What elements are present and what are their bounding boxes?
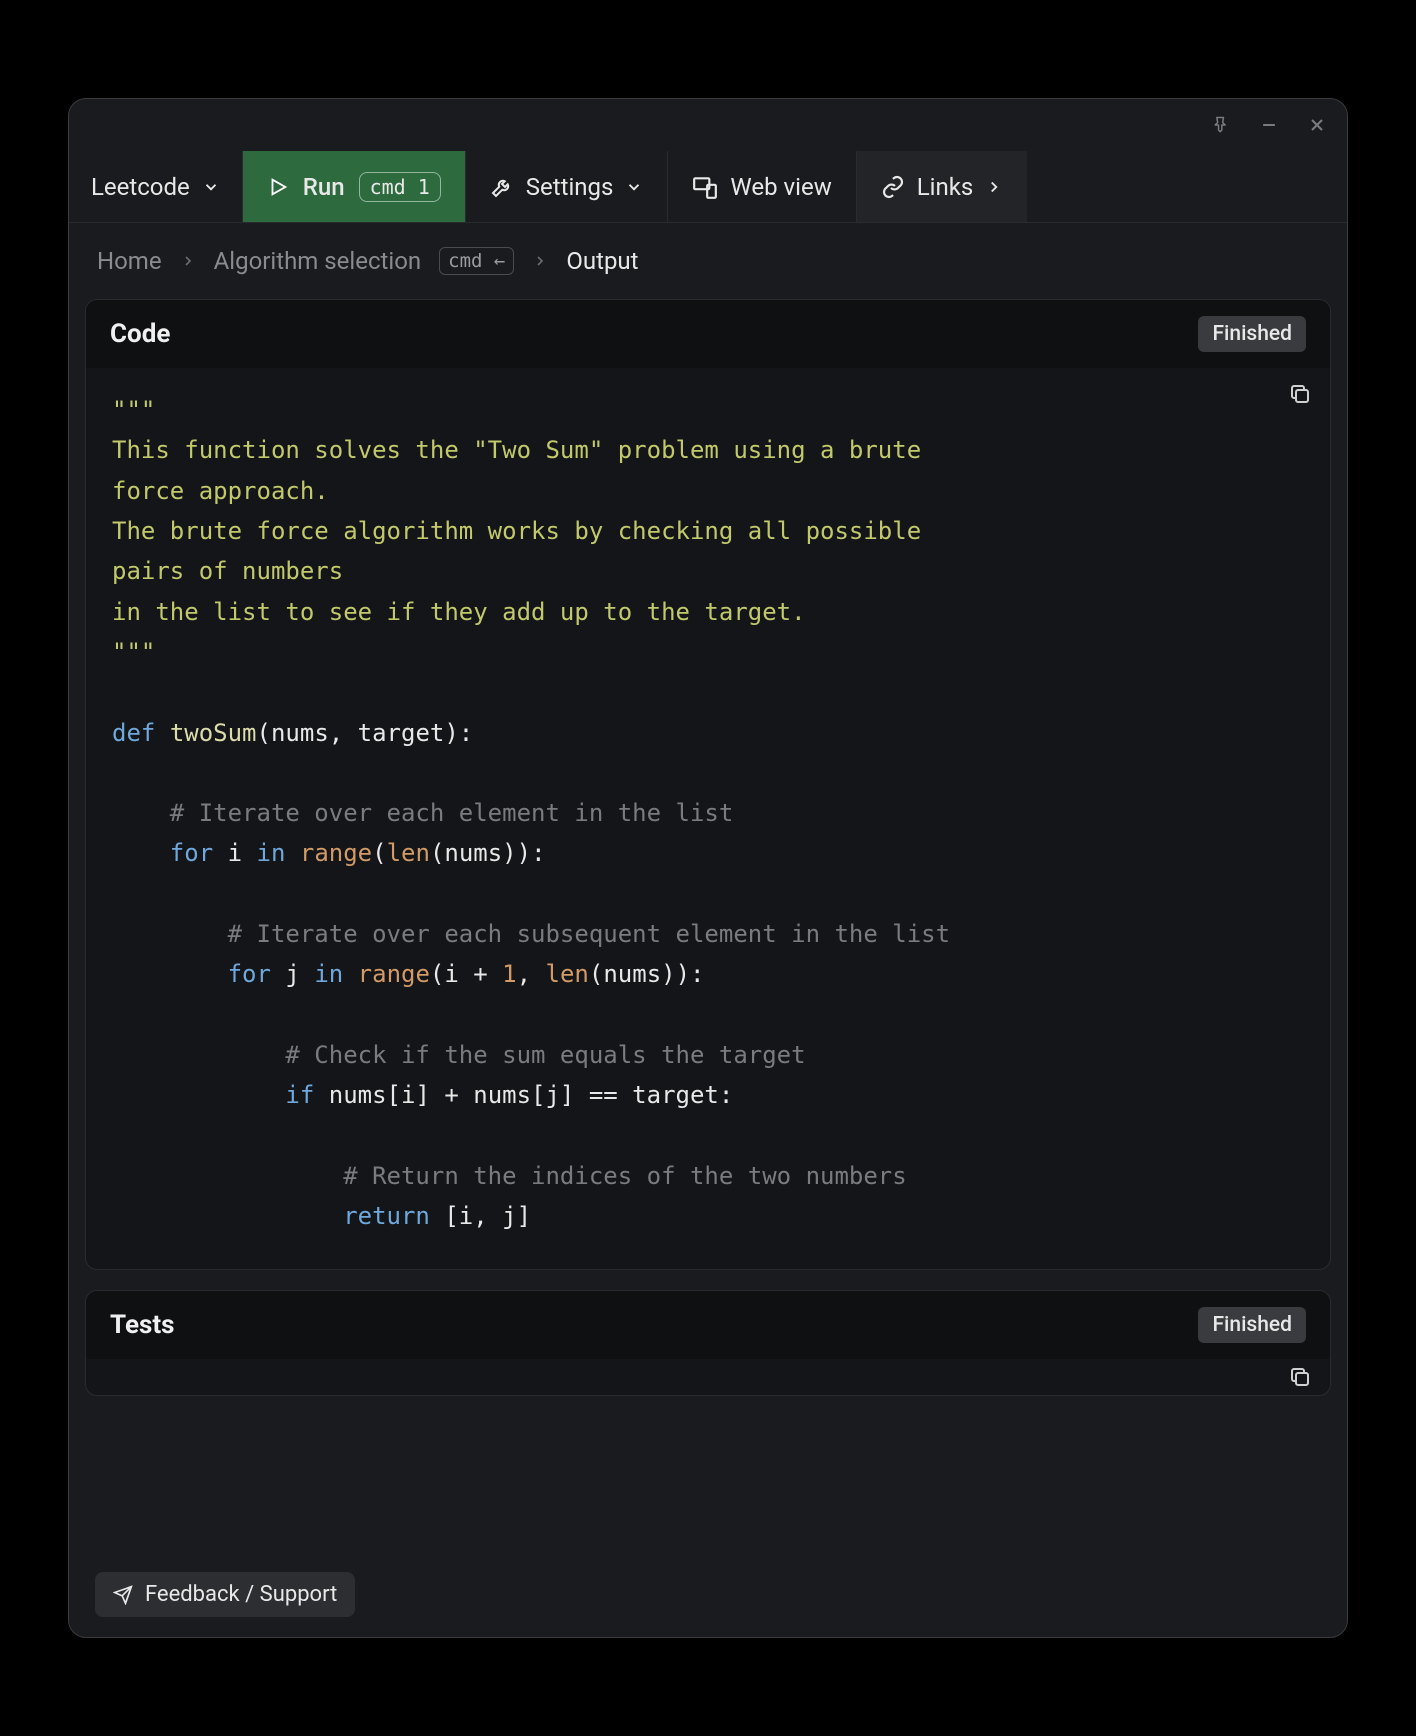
code-text: in xyxy=(314,960,343,988)
code-text: # Iterate over each element in the list xyxy=(170,799,734,827)
code-text: range xyxy=(300,839,372,867)
minimize-icon[interactable] xyxy=(1259,115,1279,135)
code-text: in xyxy=(257,839,286,867)
copy-icon[interactable] xyxy=(1288,382,1312,406)
code-text: (nums)): xyxy=(589,960,705,988)
code-text: """ xyxy=(112,396,155,424)
settings-button[interactable]: Settings xyxy=(466,151,669,222)
webview-button[interactable]: Web view xyxy=(668,151,856,222)
chevron-right-icon xyxy=(985,178,1003,196)
breadcrumb-home[interactable]: Home xyxy=(97,247,162,275)
tests-status-badge: Finished xyxy=(1198,1307,1306,1343)
breadcrumb: Home Algorithm selection cmd ← Output xyxy=(69,223,1347,299)
content: Code Finished """ This function solves t… xyxy=(69,299,1347,1558)
code-text: range xyxy=(358,960,430,988)
code-text: # Return the indices of the two numbers xyxy=(343,1162,907,1190)
code-text: ( xyxy=(372,839,386,867)
close-icon[interactable] xyxy=(1307,115,1327,135)
code-text: This function solves the "Two Sum" probl… xyxy=(112,436,936,464)
code-text: for xyxy=(170,839,213,867)
code-text: (nums)): xyxy=(430,839,546,867)
links-button[interactable]: Links xyxy=(857,151,1028,222)
code-text: j xyxy=(271,960,314,988)
pin-icon[interactable] xyxy=(1211,115,1231,135)
code-text: , xyxy=(517,960,546,988)
code-text: twoSum xyxy=(170,719,257,747)
send-icon xyxy=(113,1585,133,1605)
titlebar xyxy=(69,99,1347,151)
code-text: [i, j] xyxy=(430,1202,531,1230)
code-text: # Check if the sum equals the target xyxy=(285,1041,805,1069)
copy-icon[interactable] xyxy=(1288,1365,1312,1389)
code-text: The brute force algorithm works by check… xyxy=(112,517,936,545)
code-text: 1 xyxy=(502,960,516,988)
app-window: Leetcode Run cmd 1 Settings Web view Lin… xyxy=(68,98,1348,1638)
code-text: return xyxy=(343,1202,430,1230)
code-text: (nums, target): xyxy=(257,719,474,747)
footer: Feedback / Support xyxy=(69,1558,1347,1637)
breadcrumb-algo[interactable]: Algorithm selection xyxy=(214,247,422,275)
tests-panel: Tests Finished xyxy=(85,1290,1331,1396)
chevron-right-icon xyxy=(532,253,548,269)
breadcrumb-output: Output xyxy=(566,247,638,275)
tests-panel-header: Tests Finished xyxy=(86,1291,1330,1359)
leetcode-dropdown[interactable]: Leetcode xyxy=(69,151,243,222)
webview-label: Web view xyxy=(730,173,831,201)
code-text: # Iterate over each subsequent element i… xyxy=(228,920,950,948)
settings-label: Settings xyxy=(526,173,614,201)
chevron-down-icon xyxy=(202,178,220,196)
chevron-right-icon xyxy=(180,253,196,269)
devices-icon xyxy=(692,174,718,200)
toolbar: Leetcode Run cmd 1 Settings Web view Lin… xyxy=(69,151,1347,223)
code-text: def xyxy=(112,719,155,747)
feedback-button[interactable]: Feedback / Support xyxy=(95,1572,355,1617)
feedback-label: Feedback / Support xyxy=(145,1582,337,1607)
chevron-down-icon xyxy=(625,178,643,196)
code-panel-header: Code Finished xyxy=(86,300,1330,368)
run-shortcut: cmd 1 xyxy=(359,172,441,202)
code-status-badge: Finished xyxy=(1198,316,1306,352)
run-label: Run xyxy=(303,173,345,201)
code-text: if xyxy=(285,1081,314,1109)
tests-panel-title: Tests xyxy=(110,1310,175,1340)
play-icon xyxy=(267,176,289,198)
code-panel: Code Finished """ This function solves t… xyxy=(85,299,1331,1270)
code-text: (i + xyxy=(430,960,502,988)
code-panel-title: Code xyxy=(110,319,170,349)
code-text: len xyxy=(387,839,430,867)
algo-shortcut: cmd ← xyxy=(439,247,514,275)
code-text: len xyxy=(546,960,589,988)
code-text: force approach. xyxy=(112,477,329,505)
code-text: for xyxy=(228,960,271,988)
run-button[interactable]: Run cmd 1 xyxy=(243,151,466,222)
code-text: i xyxy=(213,839,256,867)
code-text: nums[i] + nums[j] == target: xyxy=(314,1081,733,1109)
wrench-icon xyxy=(490,175,514,199)
leetcode-label: Leetcode xyxy=(91,173,190,201)
link-icon xyxy=(881,175,905,199)
links-label: Links xyxy=(917,173,974,201)
code-text: in the list to see if they add up to the… xyxy=(112,598,806,626)
code-block: """ This function solves the "Two Sum" p… xyxy=(86,368,1330,1269)
code-text: """ xyxy=(112,638,155,666)
code-text: pairs of numbers xyxy=(112,557,343,585)
